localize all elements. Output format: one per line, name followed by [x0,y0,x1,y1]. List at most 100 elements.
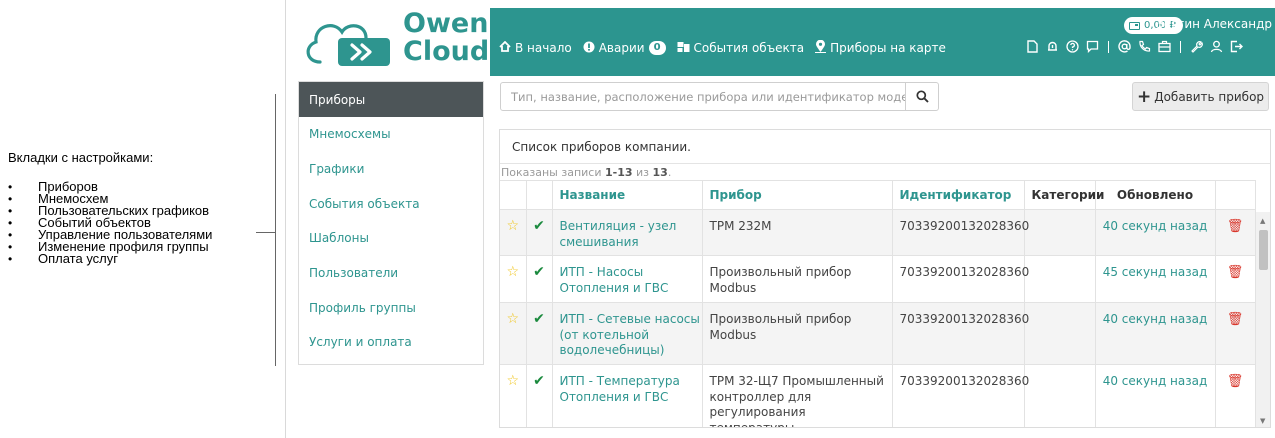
phone-icon[interactable] [1136,38,1153,55]
sidebar-item-group-profile[interactable]: Профиль группы [299,290,483,325]
document-icon[interactable] [1024,38,1041,55]
annotation-bracket-line [275,94,276,366]
favorite-star-icon[interactable]: ☆ [500,209,527,256]
sidebar-item-devices[interactable]: Приборы [299,82,483,117]
devices-panel-title: Список приборов компании. [500,130,1270,164]
status-check-icon: ✔ [526,302,553,365]
sidebar-item-events[interactable]: События объекта [299,186,483,221]
favorite-star-icon[interactable]: ☆ [500,364,527,427]
device-categories [1024,209,1096,256]
scroll-thumb[interactable] [1259,230,1268,270]
status-check-icon: ✔ [526,209,553,256]
device-name-link[interactable]: Вентиляция - узел смешивания [552,209,703,256]
device-type: ТРМ 232М [702,209,893,256]
sidebar-item-users[interactable]: Пользователи [299,256,483,291]
annotation-item: Оплата услуг [8,252,270,265]
logo-text: Owen Cloud [403,10,489,66]
delete-trash-icon[interactable]: 🗑 [1215,302,1256,365]
records-end: . [667,166,672,179]
top-navbar: 0,00 ₽ Звягин Александр В начало Аварии … [490,8,1275,76]
sidebar-item-templates[interactable]: Шаблоны [299,221,483,256]
col-device[interactable]: Прибор [702,180,893,210]
app-window: Owen Cloud 0,00 ₽ Звягин Александр В нач… [285,0,1275,438]
search-button[interactable] [905,83,939,110]
briefcase-icon[interactable] [1156,38,1173,55]
device-name-link[interactable]: ИТП - Насосы Отопления и ГВС [552,255,703,303]
device-updated: 40 секунд назад [1095,364,1216,427]
delete-trash-icon[interactable]: 🗑 [1215,255,1256,303]
col-identifier[interactable]: Идентификатор [892,180,1025,210]
device-name-link[interactable]: ИТП - Температура Отопления и ГВС [552,364,703,427]
nav-links: В начало Аварии 0 События объекта Прибор… [499,39,957,56]
col-name[interactable]: Название [552,180,703,210]
user-icon[interactable] [1208,38,1225,55]
device-type: ТРМ 32-Щ7 Промышленный контроллер для ре… [702,364,893,427]
device-id: 70339200132028360 [892,302,1029,365]
table-scrollbar[interactable]: ▲ ▼ [1255,212,1270,427]
logout-icon[interactable] [1228,38,1245,55]
chat-icon[interactable] [1084,38,1101,55]
nav-alarms[interactable]: Аварии 0 [583,41,666,56]
annotation-list: Приборов Мнемосхем Пользовательских граф… [8,180,270,265]
settings-sidebar: Приборы Мнемосхемы Графики События объек… [298,81,484,365]
scroll-up-arrow-icon[interactable]: ▲ [1260,217,1265,225]
device-type: Произвольный прибор Modbus [702,255,893,303]
cloud-logo-icon [306,24,390,66]
delete-trash-icon[interactable]: 🗑 [1215,364,1256,427]
table-row: ☆ ✔ ИТП - Насосы Отопления и ГВС Произво… [500,255,1256,303]
header-separator [1180,40,1181,53]
device-name-link[interactable]: ИТП - Сетевые насосы (от котельной водол… [552,302,703,365]
records-total: 13 [652,166,668,179]
user-name[interactable]: Звягин Александр [1156,17,1272,31]
alarm-bell-icon[interactable] [1044,38,1061,55]
device-categories [1024,364,1096,427]
col-favorite [500,180,527,210]
status-check-icon: ✔ [526,364,553,427]
nav-home[interactable]: В начало [499,40,572,55]
devices-panel: Список приборов компании. Показаны запис… [499,129,1271,428]
alarms-count-badge: 0 [648,41,666,55]
table-header-row: Название Прибор Идентификатор Категории … [500,180,1256,210]
search-input[interactable] [501,83,905,110]
nav-map-label: Приборы на карте [830,41,946,55]
logo[interactable]: Owen Cloud [286,0,490,76]
device-updated: 40 секунд назад [1095,209,1216,256]
col-categories: Категории [1024,180,1104,210]
logo-line-cloud: Cloud [403,36,490,67]
sidebar-item-mnemonics[interactable]: Мнемосхемы [299,117,483,152]
table-row: ☆ ✔ ИТП - Температура Отопления и ГВС ТР… [500,364,1256,427]
favorite-star-icon[interactable]: ☆ [500,302,527,365]
nav-map[interactable]: Приборы на карте [815,39,946,56]
annotation-connector-line [256,232,276,233]
add-device-label: Добавить прибор [1154,89,1265,104]
nav-events-label: События объекта [693,41,805,55]
home-icon [499,40,511,55]
col-status [526,180,553,210]
events-icon [677,41,690,56]
help-icon[interactable] [1064,38,1081,55]
scroll-down-arrow-icon[interactable]: ▼ [1260,417,1265,425]
device-updated: 45 секунд назад [1095,255,1216,303]
device-categories [1024,302,1096,365]
devices-table: Название Прибор Идентификатор Категории … [500,180,1256,427]
device-id: 70339200132028360 [892,364,1029,427]
table-row: ☆ ✔ Вентиляция - узел смешивания ТРМ 232… [500,209,1256,256]
email-icon[interactable] [1116,38,1133,55]
sidebar-item-billing[interactable]: Услуги и оплата [299,325,483,360]
annotation-title: Вкладки с настройками: [8,150,154,165]
search-box [500,82,939,111]
logo-line-owen: Owen [403,8,489,39]
nav-events[interactable]: События объекта [677,41,805,56]
nav-alarms-label: Аварии [598,41,645,55]
status-check-icon: ✔ [526,255,553,303]
header-icons [1024,38,1248,55]
col-actions [1215,180,1256,210]
plus-icon: + [1136,86,1152,107]
header-separator [1108,40,1109,53]
sidebar-item-graphs[interactable]: Графики [299,152,483,187]
wrench-icon[interactable] [1188,38,1205,55]
add-device-button[interactable]: + Добавить прибор [1132,82,1269,111]
favorite-star-icon[interactable]: ☆ [500,255,527,303]
device-categories [1024,255,1096,303]
delete-trash-icon[interactable]: 🗑 [1215,209,1256,256]
